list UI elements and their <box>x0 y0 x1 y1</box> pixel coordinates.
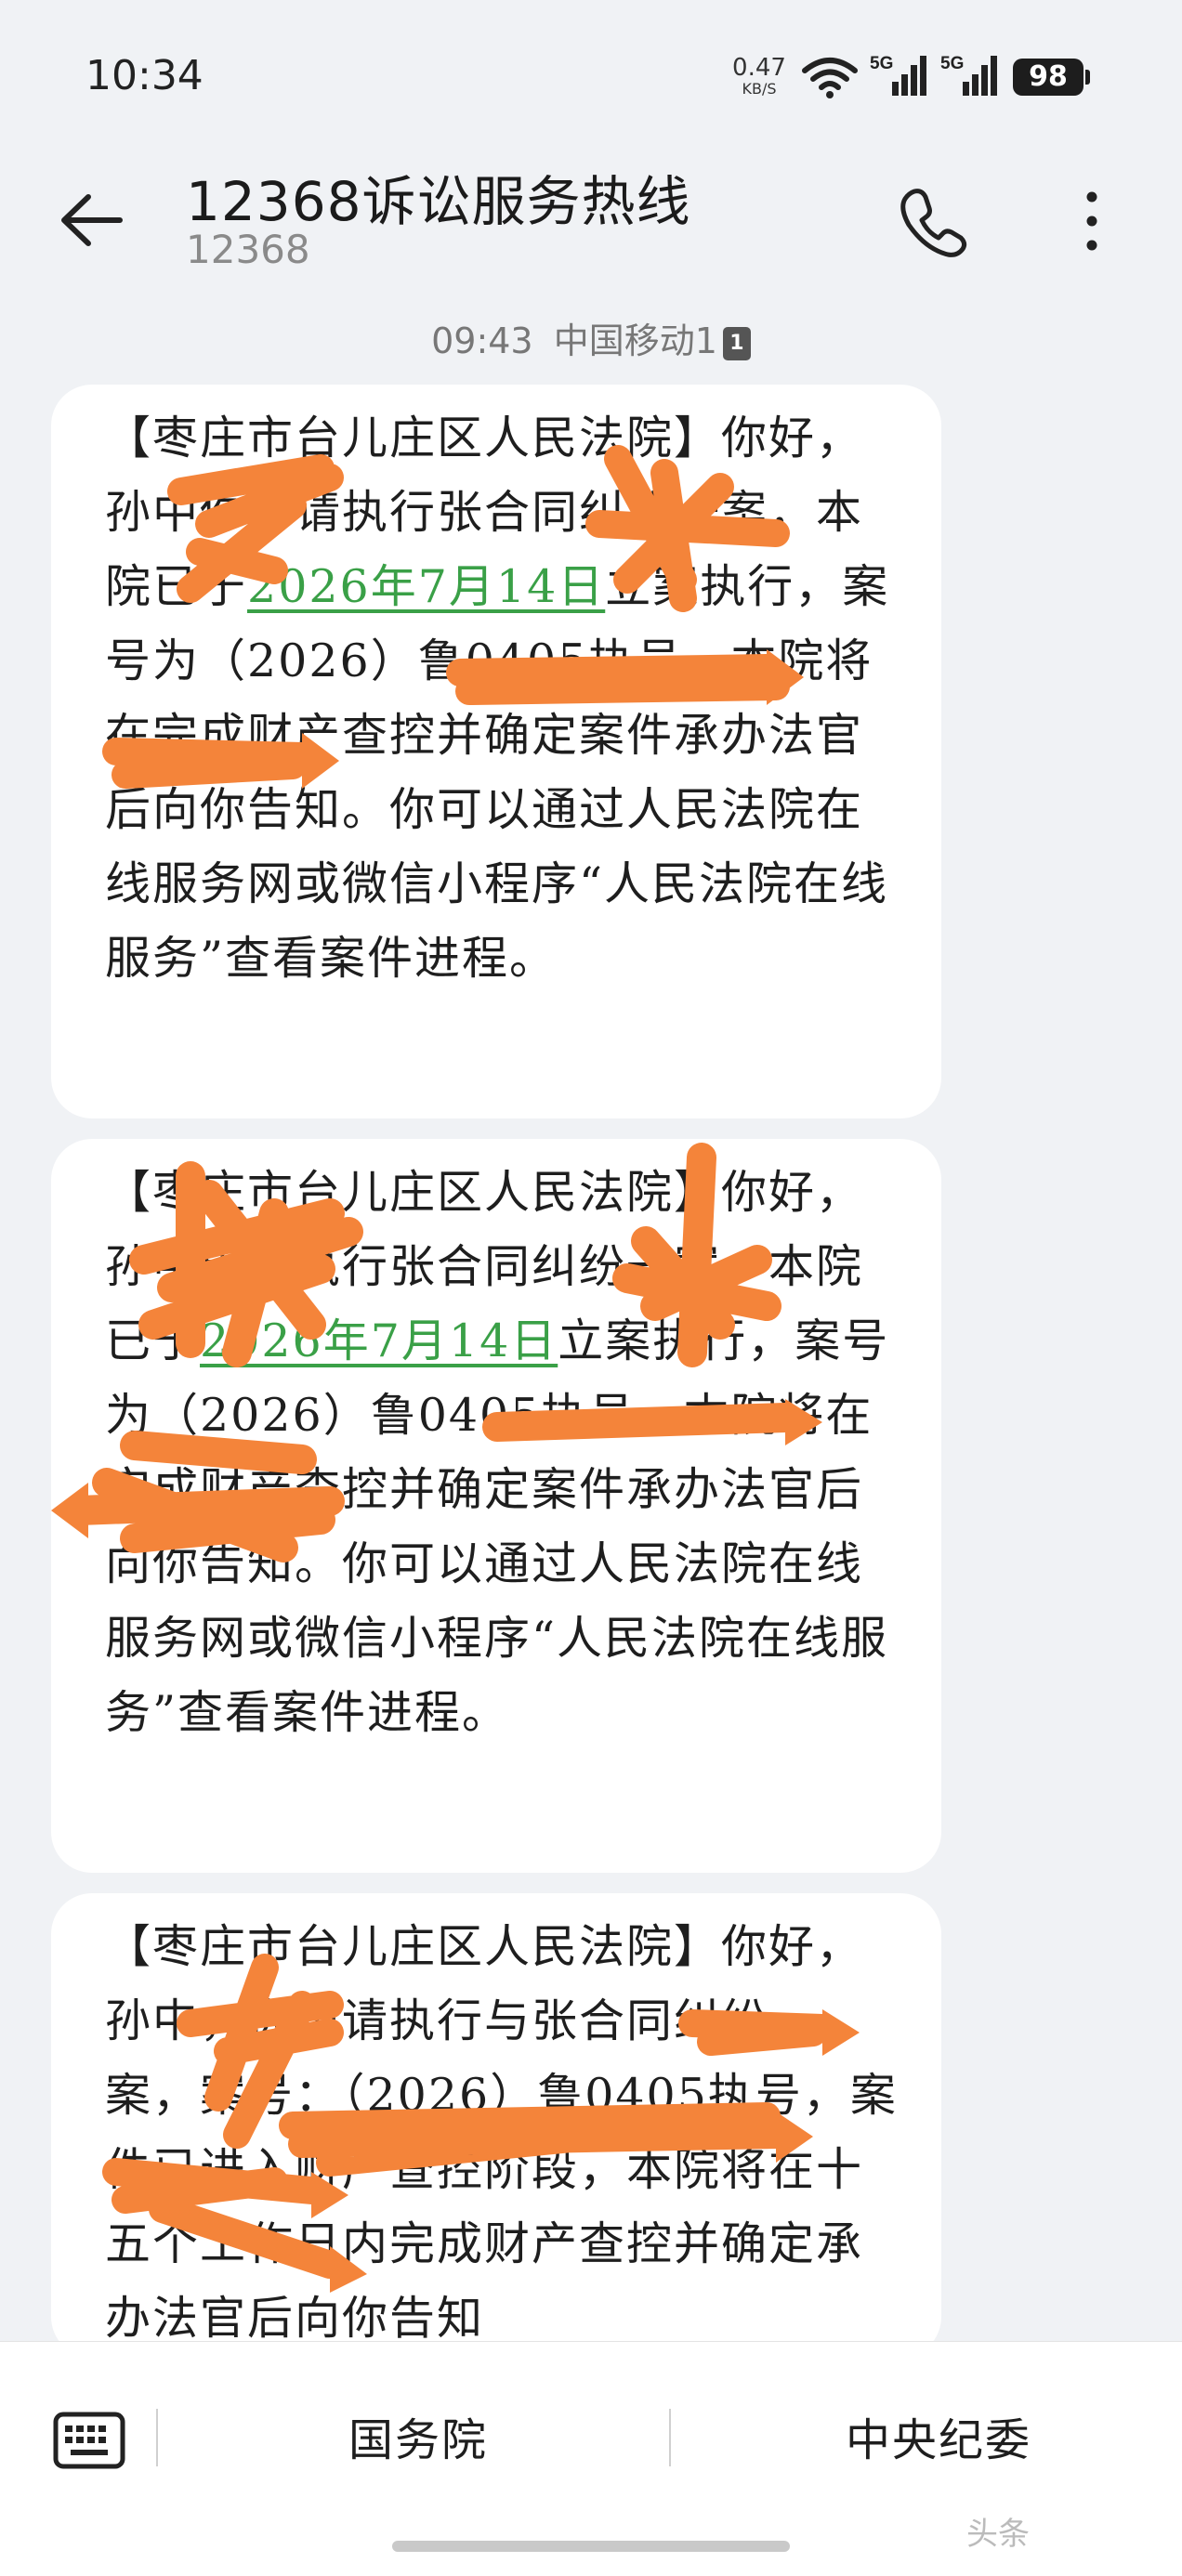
cellular-signal-icon-2: 5G <box>940 54 997 96</box>
sim-badge: 1 <box>722 326 751 360</box>
divider <box>156 2409 158 2466</box>
divider <box>669 2409 671 2466</box>
message-bubble[interactable]: 【枣庄市台儿庄区人民法院】你好，孙中申请执行张合同纠纷一案，本院已于2026年7… <box>51 1139 941 1873</box>
network-speed: 0.47 KB/S <box>729 56 790 97</box>
signal-1-label: 5G <box>870 54 893 73</box>
wifi-icon <box>802 58 858 98</box>
home-indicator[interactable] <box>392 2541 790 2552</box>
message-bubble[interactable]: 【枣庄市台儿庄区人民法院】你好，孙中，你申请执行与张合同纠纷一案，案号：（202… <box>51 1893 941 2358</box>
carrier-name: 中国移动1 <box>553 320 717 361</box>
message-text[interactable]: 【枣庄市台儿庄区人民法院】你好，孙中，你申请执行与张合同纠纷一案，案号：（202… <box>105 1910 900 2356</box>
more-vertical-icon[interactable] <box>1069 178 1115 262</box>
contact-title: 12368诉讼服务热线 <box>186 170 691 233</box>
signal-2-label: 5G <box>940 54 964 73</box>
phone-icon[interactable] <box>892 178 976 262</box>
network-speed-value: 0.47 <box>732 54 786 82</box>
keyboard-icon[interactable] <box>52 2407 126 2474</box>
network-speed-unit: KB/S <box>742 80 777 98</box>
quick-reply-button[interactable]: 中央纪委 <box>790 2407 1087 2474</box>
message-text[interactable]: 【枣庄市台儿庄区人民法院】你好，孙中申请执行张合同纠纷一案，本院已于2026年7… <box>105 1156 900 1750</box>
contact-number: 12368 <box>186 227 310 272</box>
message-timestamp: 09:43 中国移动1 1 <box>0 312 1182 363</box>
cellular-signal-icon-1: 5G <box>870 54 926 96</box>
message-text[interactable]: 【枣庄市台儿庄区人民法院】你好，孙中你申请执行张合同纠纷一案，本院已于2026年… <box>105 401 900 996</box>
message-bubble[interactable]: 【枣庄市台儿庄区人民法院】你好，孙中你申请执行张合同纠纷一案，本院已于2026年… <box>51 385 941 1118</box>
quick-reply-button[interactable]: 国务院 <box>279 2407 558 2474</box>
date-link[interactable]: 2026年7月14日 <box>247 560 605 613</box>
message-time: 09:43 <box>431 320 533 361</box>
conversation-header: 12368诉讼服务热线 12368 <box>0 158 1182 297</box>
status-time: 10:34 <box>85 52 204 99</box>
back-arrow-icon[interactable] <box>51 178 135 262</box>
watermark: 头条 <box>966 2516 1030 2553</box>
date-link[interactable]: 2026年7月14日 <box>200 1314 558 1367</box>
status-bar: 10:34 0.47 KB/S 5G 5G 98 <box>0 0 1182 158</box>
battery-indicator: 98 <box>1013 59 1090 96</box>
